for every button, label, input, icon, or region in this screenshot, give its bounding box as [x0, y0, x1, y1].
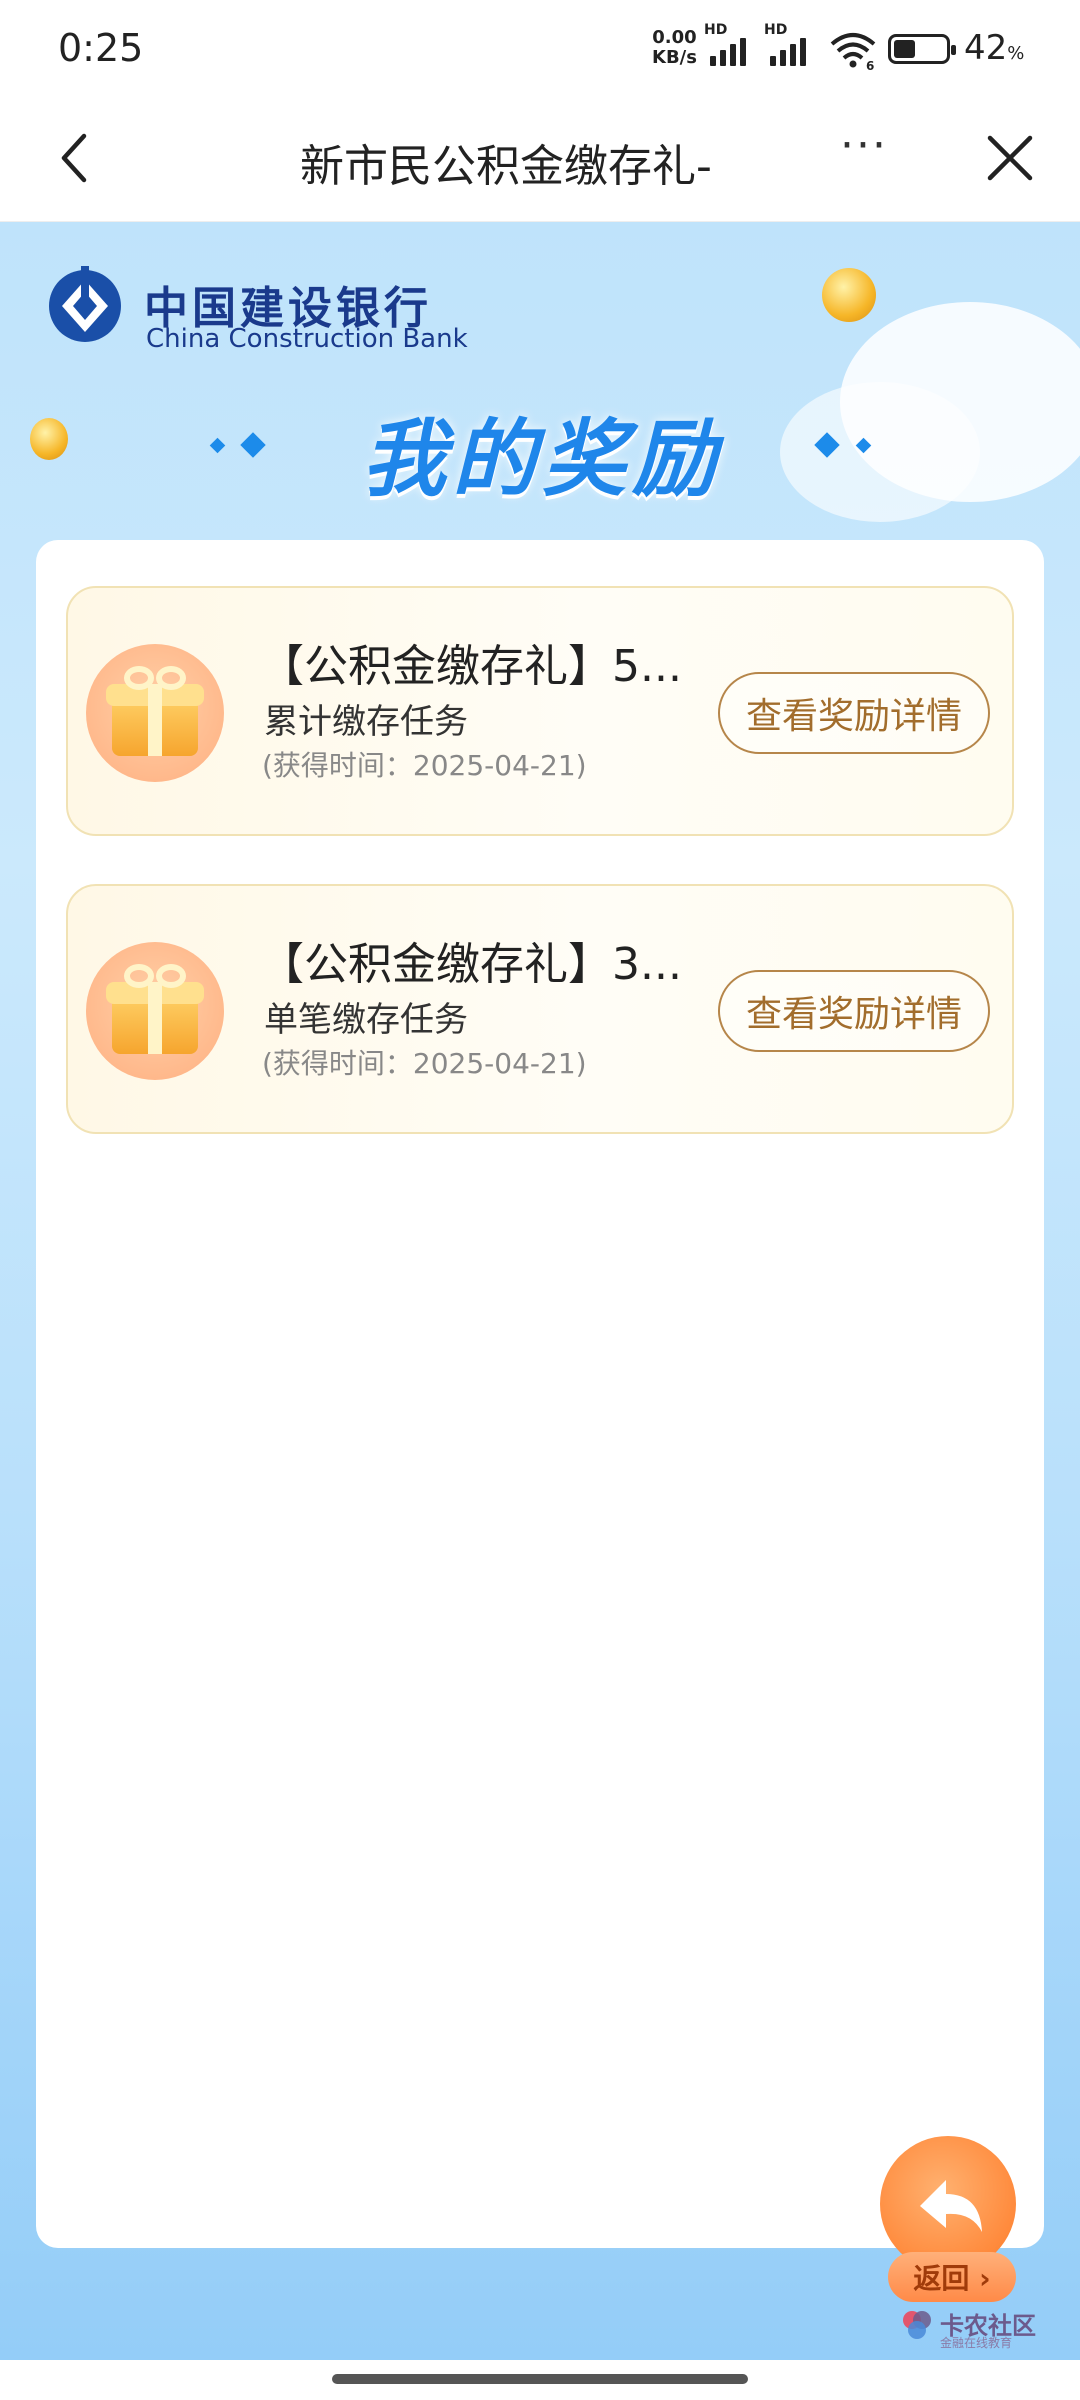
battery-percent-value: 42	[964, 28, 1008, 68]
reward-time: (获得时间：2025-04-21)	[262, 749, 587, 782]
gift-icon	[86, 942, 224, 1080]
battery-fill	[894, 40, 915, 58]
wifi-icon: 6	[830, 33, 876, 70]
reward-title: 【公积金缴存礼】3...	[260, 939, 682, 990]
coin-decoration	[822, 268, 876, 322]
rewards-panel: 【公积金缴存礼】5... 累计缴存任务 (获得时间：2025-04-21) 查看…	[36, 540, 1044, 2248]
network-speed: 0.00 KB/s	[652, 28, 697, 68]
reward-title: 【公积金缴存礼】5...	[260, 641, 682, 692]
battery-percent-unit: %	[1007, 43, 1025, 64]
view-reward-details-button[interactable]: 查看奖励详情	[718, 672, 990, 754]
cloud-decoration	[780, 382, 980, 522]
sim1-signal-icon	[710, 36, 746, 66]
home-indicator-bar	[0, 2360, 1080, 2400]
diamond-decoration	[209, 437, 226, 454]
battery-icon	[888, 34, 956, 64]
more-menu-button[interactable]: ···	[840, 120, 888, 171]
battery-percent: 42%	[964, 28, 1024, 68]
gift-icon	[86, 644, 224, 782]
chevron-left-icon[interactable]	[48, 128, 108, 188]
rewards-heading: 我的奖励	[362, 410, 723, 508]
nav-bar: 新市民公积金缴存礼- ···	[0, 100, 1080, 222]
reward-card: 【公积金缴存礼】3... 单笔缴存任务 (获得时间：2025-04-21) 查看…	[66, 884, 1014, 1134]
diamond-decoration	[240, 432, 266, 458]
page-title: 新市民公积金缴存礼-	[300, 141, 712, 192]
watermark-subtitle: 金融在线教育	[940, 2336, 1013, 2350]
bank-name-en: China Construction Bank	[146, 324, 468, 354]
reward-time: (获得时间：2025-04-21)	[262, 1047, 587, 1080]
network-speed-value: 0.00	[652, 27, 697, 48]
reward-task: 累计缴存任务	[264, 702, 468, 742]
status-bar: 0:25 0.00 KB/s HD HD 6 42%	[0, 0, 1080, 100]
coin-decoration	[30, 418, 68, 460]
rewards-page: 中国建设银行 China Construction Bank 我的奖励 【公积金…	[0, 222, 1080, 2360]
return-label[interactable]: 返回 ›	[888, 2252, 1016, 2302]
kanong-logo-icon	[903, 2311, 931, 2339]
reward-card: 【公积金缴存礼】5... 累计缴存任务 (获得时间：2025-04-21) 查看…	[66, 586, 1014, 836]
sim2-signal-icon	[770, 36, 806, 66]
ccb-logo-icon	[49, 266, 121, 342]
close-icon[interactable]	[982, 130, 1038, 186]
view-reward-details-button[interactable]: 查看奖励详情	[718, 970, 990, 1052]
reward-task: 单笔缴存任务	[264, 1000, 468, 1040]
network-speed-unit: KB/s	[652, 47, 697, 68]
status-time: 0:25	[58, 26, 144, 70]
wifi-badge: 6	[866, 59, 874, 70]
home-indicator[interactable]	[332, 2374, 748, 2384]
